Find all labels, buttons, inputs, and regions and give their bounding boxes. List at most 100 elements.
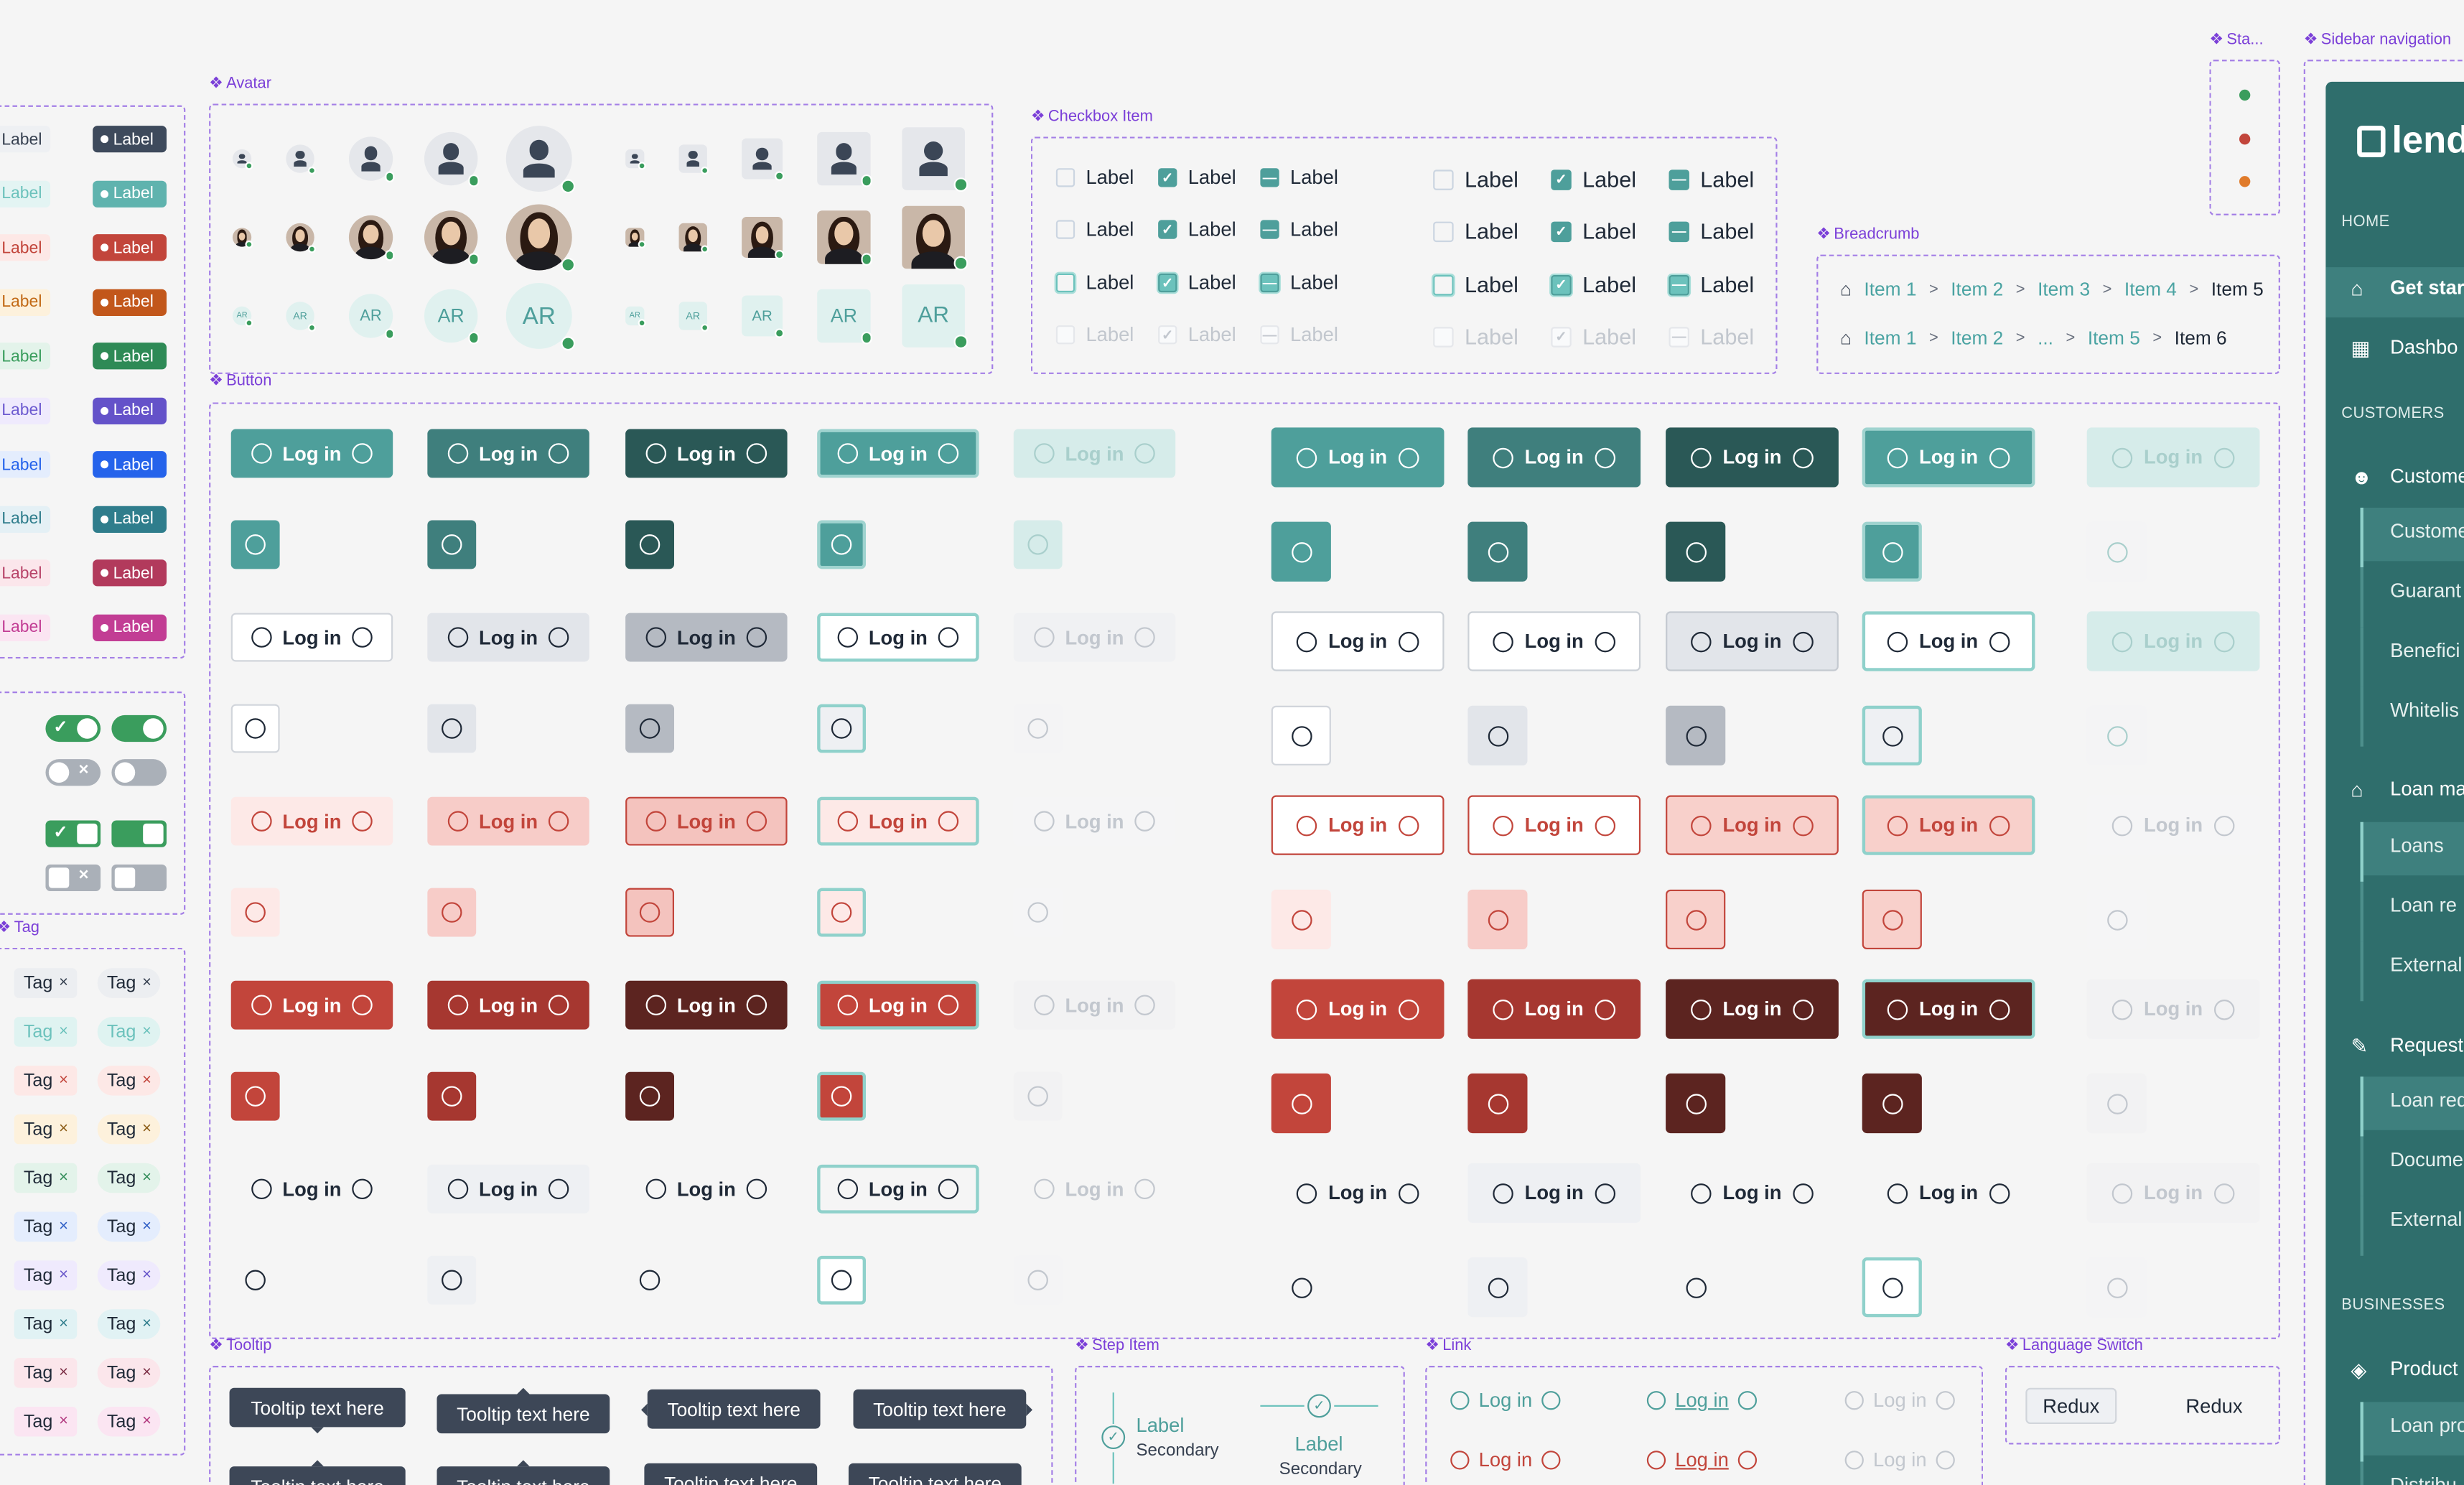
login-button[interactable]: Log in (817, 980, 979, 1030)
login-button[interactable]: Log in (625, 429, 788, 478)
icon-button[interactable] (230, 1071, 280, 1121)
login-button-large[interactable]: Log in (1666, 1163, 1839, 1223)
sidebar-sub-item[interactable]: Loans (2390, 834, 2444, 857)
checkbox-box[interactable]: ✓ (1158, 273, 1177, 293)
checkbox-box[interactable] (1433, 326, 1454, 347)
icon-button[interactable] (427, 888, 477, 937)
login-button[interactable]: Log in (817, 429, 979, 478)
login-button[interactable]: Log in (427, 429, 589, 478)
breadcrumb-link[interactable]: Item 2 (1951, 327, 2003, 349)
icon-button[interactable] (427, 704, 477, 753)
breadcrumb-link[interactable]: Item 1 (1864, 278, 1916, 300)
checkbox-item[interactable]: — Label (1260, 167, 1338, 189)
login-button-large[interactable]: Log in (2086, 611, 2260, 671)
link[interactable]: Log in (1450, 1389, 1561, 1412)
checkbox-item[interactable]: Label (1433, 167, 1518, 192)
icon-button[interactable] (1271, 705, 1331, 765)
login-button-large[interactable]: Log in (1666, 795, 1839, 855)
login-button[interactable]: Log in (1013, 613, 1176, 662)
icon-button[interactable] (817, 1071, 867, 1121)
close-icon[interactable]: × (142, 1364, 151, 1382)
login-button[interactable]: Log in (625, 980, 788, 1030)
checkbox-box[interactable] (1433, 220, 1454, 241)
icon-button[interactable] (230, 520, 280, 569)
close-icon[interactable]: × (59, 1364, 68, 1382)
icon-button[interactable] (1013, 520, 1063, 569)
link[interactable]: Log in (1646, 1449, 1758, 1471)
checkbox-box[interactable]: ✓ (1551, 274, 1572, 295)
sidebar-item[interactable]: Product (2390, 1358, 2458, 1380)
icon-button[interactable] (1666, 521, 1726, 582)
close-icon[interactable]: × (142, 1316, 151, 1333)
checkbox-item[interactable]: — Label (1260, 272, 1338, 294)
close-icon[interactable]: × (59, 1413, 68, 1430)
checkbox-item[interactable]: Label (1433, 218, 1518, 243)
checkbox-item[interactable]: ✓ Label (1158, 218, 1236, 241)
login-button[interactable]: Log in (427, 980, 589, 1030)
checkbox-item[interactable]: — Label (1669, 272, 1754, 297)
login-button[interactable]: Log in (1013, 980, 1176, 1030)
close-icon[interactable]: × (142, 1072, 151, 1089)
toggle-switch[interactable]: × (45, 864, 101, 892)
icon-button[interactable] (427, 1071, 477, 1121)
sidebar-sub-item[interactable]: Custome (2390, 520, 2464, 542)
checkbox-box[interactable] (1055, 220, 1075, 239)
icon-button[interactable] (1862, 705, 1922, 765)
login-button-large[interactable]: Log in (1271, 427, 1445, 488)
login-button-large[interactable]: Log in (1862, 611, 2035, 671)
toggle-switch[interactable] (111, 820, 167, 847)
login-button[interactable]: Log in (427, 796, 589, 846)
icon-button[interactable] (230, 704, 280, 753)
icon-button[interactable] (817, 704, 867, 753)
checkbox-box[interactable] (1433, 169, 1454, 190)
sidebar-item[interactable]: Custome (2390, 465, 2464, 488)
checkbox-item[interactable]: ✓ Label (1551, 324, 1636, 349)
breadcrumb-link[interactable]: Item 3 (2038, 278, 2090, 300)
sidebar-sub-item[interactable]: Loan req (2390, 1089, 2464, 1112)
close-icon[interactable]: × (59, 1316, 68, 1333)
icon-button[interactable] (625, 1071, 674, 1121)
checkbox-box[interactable]: ✓ (1158, 325, 1177, 345)
icon-button[interactable] (1013, 1255, 1063, 1305)
breadcrumb-link[interactable]: Item 2 (1951, 278, 2003, 300)
login-button[interactable]: Log in (1014, 1165, 1175, 1214)
icon-button[interactable] (1271, 521, 1331, 582)
checkbox-item[interactable]: — Label (1669, 167, 1754, 192)
icon-button[interactable] (1467, 705, 1528, 765)
icon-button[interactable] (625, 888, 674, 937)
icon-button[interactable] (1271, 889, 1331, 950)
checkbox-box[interactable] (1055, 325, 1075, 345)
checkbox-item[interactable]: ✓ Label (1551, 272, 1636, 297)
icon-button[interactable] (2086, 521, 2147, 582)
link[interactable]: Log in (1646, 1389, 1758, 1412)
checkbox-box[interactable] (1055, 168, 1075, 187)
checkbox-box[interactable] (1055, 273, 1075, 293)
icon-button[interactable] (2086, 1257, 2147, 1318)
icon-button[interactable] (625, 1256, 674, 1305)
login-button-large[interactable]: Log in (1467, 1163, 1641, 1223)
checkbox-box[interactable]: ✓ (1551, 220, 1572, 241)
icon-button[interactable] (2086, 705, 2147, 765)
breadcrumb-link[interactable]: Item 1 (1864, 327, 1916, 349)
checkbox-item[interactable]: Label (1055, 324, 1134, 346)
close-icon[interactable]: × (142, 1267, 151, 1284)
login-button[interactable]: Log in (230, 796, 393, 846)
toggle-switch[interactable]: × (45, 759, 101, 786)
login-button-large[interactable]: Log in (1666, 979, 1839, 1039)
checkbox-box[interactable]: — (1260, 168, 1279, 187)
checkbox-item[interactable]: ✓ Label (1551, 167, 1636, 192)
sidebar-item[interactable]: Get start (2390, 276, 2464, 299)
home-icon[interactable]: ⌂ (1840, 327, 1852, 349)
checkbox-box[interactable]: ✓ (1158, 168, 1177, 187)
login-button[interactable]: Log in (230, 980, 393, 1030)
icon-button[interactable] (1467, 1257, 1528, 1318)
login-button-large[interactable]: Log in (1271, 1163, 1445, 1223)
close-icon[interactable]: × (59, 1072, 68, 1089)
icon-button[interactable] (625, 704, 674, 753)
icon-button[interactable] (1467, 1073, 1528, 1134)
login-button-large[interactable]: Log in (1467, 611, 1641, 671)
checkbox-item[interactable]: Label (1055, 167, 1134, 189)
toggle-switch[interactable] (111, 714, 167, 742)
icon-button[interactable] (230, 888, 280, 937)
icon-button[interactable] (1013, 704, 1063, 753)
